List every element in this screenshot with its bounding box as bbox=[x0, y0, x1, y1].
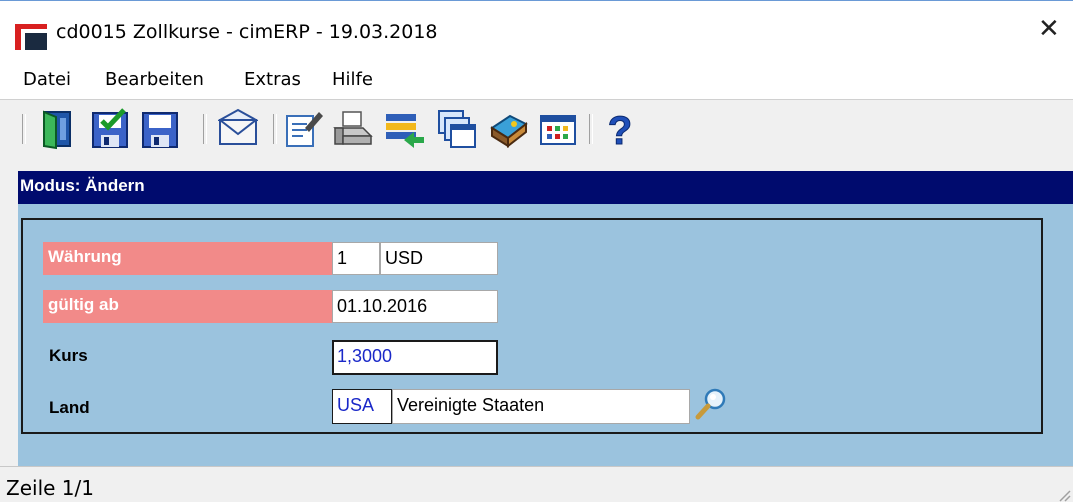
svg-text:?: ? bbox=[608, 109, 632, 150]
menu-hilfe[interactable]: Hilfe bbox=[332, 69, 373, 90]
valid-from-field[interactable]: 01.10.2016 bbox=[332, 290, 498, 323]
form-area: Währung 1 USD gültig ab 01.10.2016 Kurs … bbox=[18, 204, 1073, 466]
form-group: Währung 1 USD gültig ab 01.10.2016 Kurs … bbox=[21, 218, 1043, 434]
toolbar-separator bbox=[22, 114, 26, 144]
mode-bar: Modus: Ändern bbox=[18, 171, 1073, 204]
search-icon[interactable] bbox=[694, 387, 728, 421]
help-icon[interactable]: ? bbox=[600, 108, 640, 151]
save-icon[interactable] bbox=[140, 108, 180, 150]
exit-door-icon[interactable] bbox=[36, 108, 76, 150]
export-list-icon[interactable] bbox=[384, 108, 424, 150]
country-name-field[interactable]: Vereinigte Staaten bbox=[392, 389, 690, 424]
calendar-grid-icon[interactable] bbox=[538, 108, 578, 150]
currency-code-field[interactable]: USD bbox=[380, 242, 498, 275]
toolbar-separator bbox=[589, 114, 593, 144]
status-text: Zeile 1/1 bbox=[6, 476, 94, 500]
resize-grip-icon[interactable] bbox=[1057, 488, 1071, 502]
save-check-icon[interactable] bbox=[90, 108, 130, 150]
menu-bearbeiten[interactable]: Bearbeiten bbox=[105, 69, 204, 90]
close-button[interactable]: ✕ bbox=[1038, 16, 1060, 42]
currency-number-field[interactable]: 1 bbox=[332, 242, 380, 275]
menu-extras[interactable]: Extras bbox=[244, 69, 301, 90]
country-label: Land bbox=[49, 398, 90, 417]
country-code-field[interactable]: USA bbox=[332, 389, 392, 424]
rate-field[interactable]: 1,3000 bbox=[332, 340, 498, 375]
mode-label: Modus: Ändern bbox=[20, 176, 145, 195]
valid-from-label: gültig ab bbox=[43, 290, 335, 323]
status-bar: Zeile 1/1 bbox=[0, 466, 1073, 502]
rate-label: Kurs bbox=[49, 346, 88, 365]
app-icon bbox=[15, 24, 47, 50]
menu-bar: Datei Bearbeiten Extras Hilfe bbox=[0, 61, 1073, 99]
toolbar-separator bbox=[273, 114, 277, 144]
print-icon[interactable] bbox=[333, 108, 373, 150]
menu-datei[interactable]: Datei bbox=[23, 69, 71, 90]
toolbar: ? bbox=[0, 99, 1073, 162]
application-window: cd0015 Zollkurse - cimERP - 19.03.2018 ✕… bbox=[0, 0, 1073, 502]
mail-icon[interactable] bbox=[218, 108, 258, 150]
book-icon[interactable] bbox=[488, 108, 528, 150]
edit-document-icon[interactable] bbox=[283, 108, 323, 150]
window-title: cd0015 Zollkurse - cimERP - 19.03.2018 bbox=[56, 21, 438, 43]
toolbar-separator bbox=[203, 114, 207, 144]
windows-stack-icon[interactable] bbox=[437, 108, 477, 150]
currency-label: Währung bbox=[43, 242, 335, 275]
title-bar: cd0015 Zollkurse - cimERP - 19.03.2018 ✕ bbox=[0, 1, 1073, 61]
